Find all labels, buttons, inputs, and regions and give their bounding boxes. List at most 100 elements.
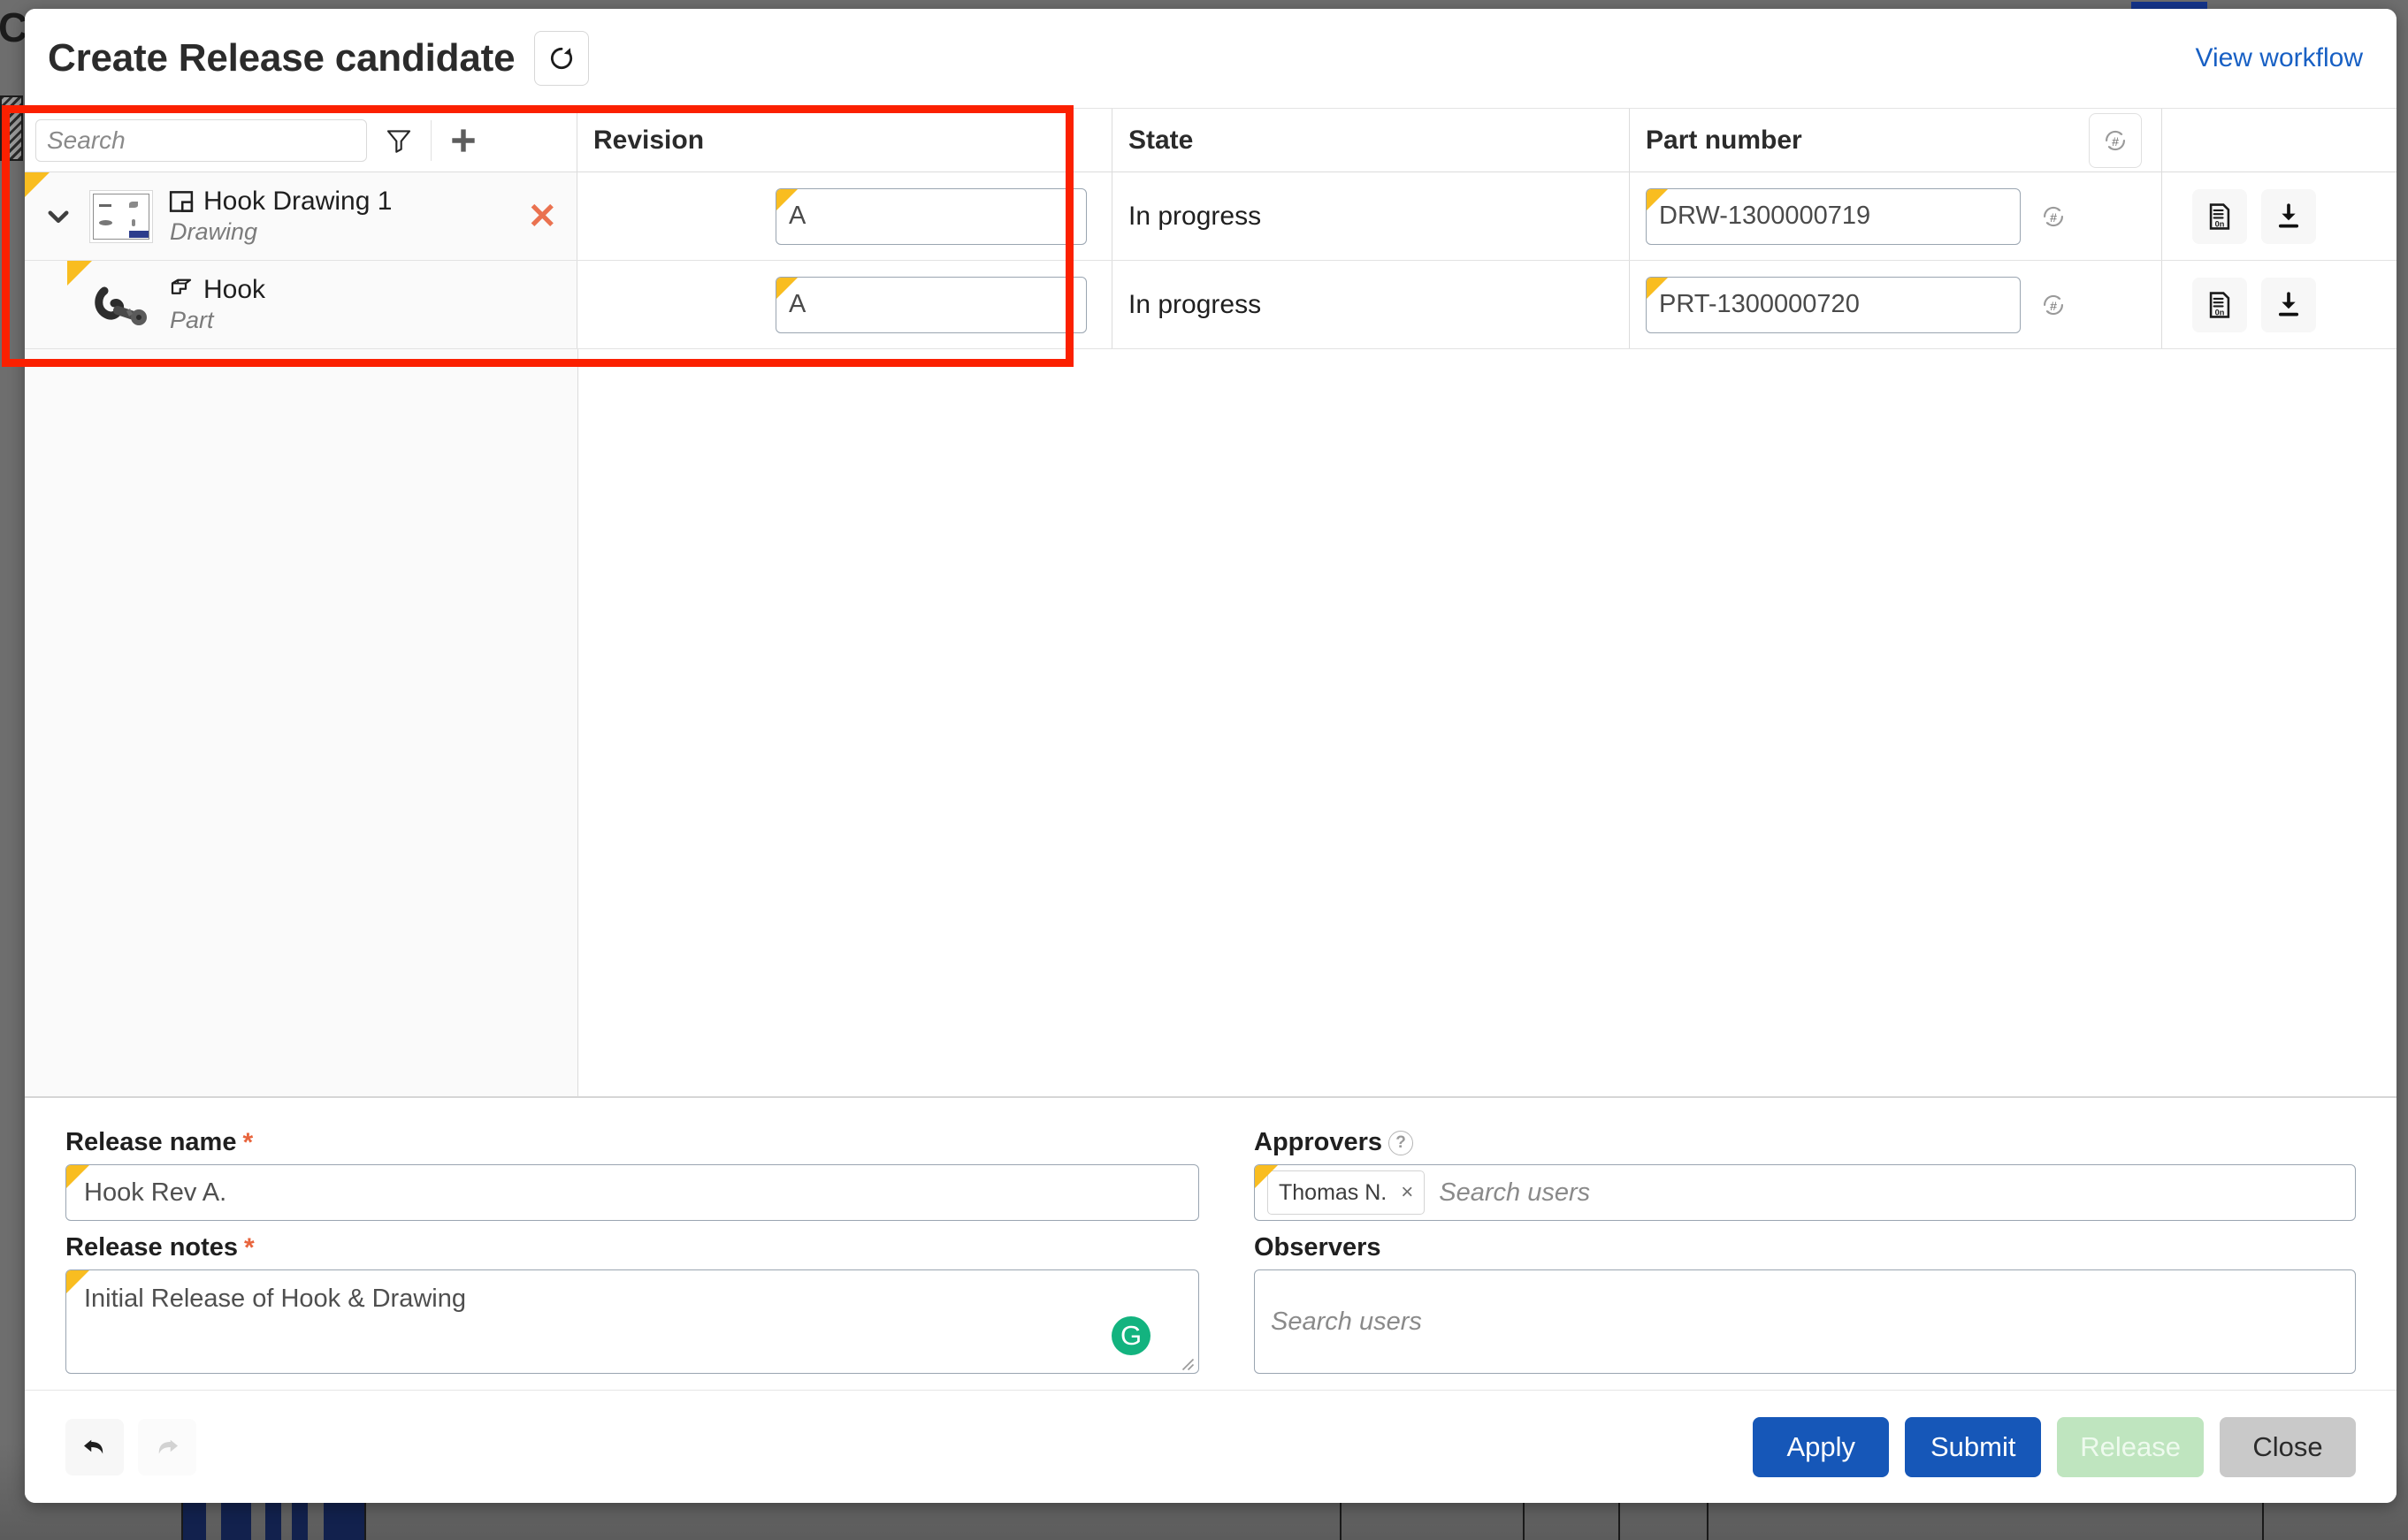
state-value: In progress bbox=[1128, 289, 1262, 319]
required-marker: * bbox=[244, 1232, 255, 1262]
approvers-input[interactable]: Thomas N. × Search users bbox=[1254, 1164, 2356, 1221]
search-input[interactable] bbox=[35, 118, 367, 162]
state-value: In progress bbox=[1128, 201, 1262, 231]
observers-label: Observers bbox=[1254, 1233, 2356, 1262]
table-empty-area bbox=[25, 349, 2397, 1096]
background-hatch-icon bbox=[0, 95, 23, 161]
release-notes-label-text: Release notes bbox=[65, 1233, 239, 1262]
release-form-right-column: Approvers ? Thomas N. × Search users Obs… bbox=[1254, 1128, 2356, 1374]
part-icon bbox=[171, 278, 192, 294]
modified-flag-icon bbox=[66, 1270, 89, 1293]
svg-text:0n: 0n bbox=[2215, 219, 2225, 228]
observers-input[interactable]: Search users bbox=[1254, 1269, 2356, 1374]
release-form: Release name * Hook Rev A. Release notes… bbox=[25, 1096, 2397, 1390]
row-name-cell: Hook Drawing 1 Drawing ✕ bbox=[25, 172, 577, 260]
grammar-assistant-icon[interactable]: G bbox=[1112, 1316, 1150, 1355]
table-header-state: State bbox=[1112, 109, 1630, 172]
release-name-value: Hook Rev A. bbox=[84, 1178, 227, 1207]
resize-grip-icon bbox=[1181, 1358, 1195, 1371]
revision-input[interactable]: A bbox=[776, 187, 1087, 245]
row-action-buttons: 0n bbox=[2162, 188, 2316, 244]
column-header-label: Revision bbox=[593, 125, 705, 155]
part-number-input[interactable]: DRW-1300000719 bbox=[1646, 187, 2021, 245]
approvers-placeholder: Search users bbox=[1439, 1178, 1591, 1207]
autonumber-button[interactable]: # bbox=[2030, 191, 2077, 242]
approvers-label-text: Approvers bbox=[1254, 1128, 1383, 1156]
undo-icon bbox=[84, 1439, 103, 1453]
remove-row-button[interactable]: ✕ bbox=[527, 199, 557, 234]
column-header-label: State bbox=[1128, 125, 1194, 155]
row-actions-cell: 0n bbox=[2162, 172, 2397, 260]
table-header-row: Revision State Part number # bbox=[25, 109, 2397, 172]
bom-report-button[interactable]: 0n bbox=[2192, 277, 2247, 332]
row-thumbnail bbox=[87, 278, 156, 332]
resize-handle[interactable] bbox=[1179, 1355, 1195, 1371]
redo-button bbox=[138, 1418, 196, 1475]
items-table: Revision State Part number # bbox=[25, 108, 2397, 1096]
add-item-button[interactable] bbox=[432, 112, 495, 169]
observers-placeholder: Search users bbox=[1271, 1307, 1422, 1336]
redo-icon bbox=[158, 1439, 178, 1453]
part-number-value: PRT-1300000720 bbox=[1659, 290, 1860, 318]
refresh-button[interactable] bbox=[534, 31, 590, 86]
release-form-left-column: Release name * Hook Rev A. Release notes… bbox=[65, 1128, 1199, 1374]
modified-flag-icon bbox=[1647, 188, 1668, 210]
release-name-input[interactable]: Hook Rev A. bbox=[65, 1164, 1199, 1221]
row-actions-cell: 0n bbox=[2162, 261, 2397, 348]
row-item-type: Drawing bbox=[170, 218, 258, 245]
undo-button[interactable] bbox=[65, 1418, 124, 1475]
approvers-label: Approvers ? bbox=[1254, 1128, 2356, 1157]
svg-text:#: # bbox=[2050, 210, 2057, 225]
part-number-input[interactable]: PRT-1300000720 bbox=[1646, 276, 2021, 333]
dialog-header: Create Release candidate View workflow bbox=[25, 9, 2397, 108]
filter-icon bbox=[386, 129, 411, 153]
chevron-down-icon bbox=[48, 210, 69, 223]
remove-approver-icon[interactable]: × bbox=[1401, 1180, 1413, 1205]
expand-collapse-toggle[interactable] bbox=[34, 202, 83, 232]
drawing-thumbnail bbox=[89, 189, 153, 243]
row-state-cell: In progress bbox=[1112, 172, 1630, 260]
table-header-search-cell bbox=[25, 109, 577, 172]
release-name-label-text: Release name bbox=[65, 1128, 237, 1156]
modified-flag-icon bbox=[1255, 1165, 1278, 1188]
row-name-cell: Hook Part bbox=[25, 261, 577, 348]
bom-report-button[interactable]: 0n bbox=[2192, 188, 2247, 244]
release-button: Release bbox=[2057, 1416, 2204, 1477]
row-item-name: Hook Drawing 1 bbox=[203, 187, 393, 216]
filter-button[interactable] bbox=[367, 112, 431, 169]
download-button[interactable] bbox=[2261, 188, 2316, 244]
table-header-revision: Revision bbox=[577, 109, 1112, 172]
row-labels: Hook Drawing 1 Drawing bbox=[168, 187, 392, 246]
release-notes-textarea[interactable]: Initial Release of Hook & Drawing G bbox=[65, 1269, 1199, 1374]
table-empty-left bbox=[25, 349, 578, 1096]
row-state-cell: In progress bbox=[1112, 261, 1630, 348]
modified-flag-icon bbox=[776, 188, 798, 210]
observers-label-text: Observers bbox=[1254, 1233, 1381, 1262]
submit-button[interactable]: Submit bbox=[1905, 1416, 2042, 1477]
autonumber-button[interactable]: # bbox=[2089, 112, 2142, 168]
table-empty-right bbox=[578, 349, 2397, 1096]
download-button[interactable] bbox=[2261, 277, 2316, 332]
view-workflow-link[interactable]: View workflow bbox=[2195, 43, 2363, 73]
part-number-value: DRW-1300000719 bbox=[1659, 202, 1871, 230]
table-body: Hook Drawing 1 Drawing ✕ A In progress D… bbox=[25, 172, 2397, 1096]
row-labels: Hook Part bbox=[168, 275, 265, 334]
help-icon[interactable]: ? bbox=[1388, 1130, 1414, 1155]
autonumber-button[interactable]: # bbox=[2030, 279, 2077, 331]
close-button[interactable]: Close bbox=[2220, 1416, 2356, 1477]
create-release-candidate-dialog: Create Release candidate View workflow S… bbox=[25, 9, 2397, 1503]
release-name-label: Release name * bbox=[65, 1128, 1199, 1157]
row-item-name: Hook bbox=[203, 275, 266, 304]
modified-flag-icon bbox=[66, 1165, 89, 1188]
approver-chip[interactable]: Thomas N. × bbox=[1267, 1170, 1426, 1215]
autonumber-icon: # bbox=[2044, 294, 2063, 315]
table-row[interactable]: Hook Part A In progress PRT-1300000720 #… bbox=[25, 261, 2397, 349]
table-header-actions bbox=[2162, 109, 2397, 172]
apply-button[interactable]: Apply bbox=[1753, 1416, 1890, 1477]
autonumber-icon: # bbox=[2044, 206, 2063, 226]
bom-report-icon: 0n bbox=[2209, 202, 2230, 230]
svg-text:#: # bbox=[2112, 134, 2119, 149]
dialog-footer: Apply Submit Release Close bbox=[25, 1390, 2397, 1503]
table-row[interactable]: Hook Drawing 1 Drawing ✕ A In progress D… bbox=[25, 172, 2397, 261]
revision-input[interactable]: A bbox=[776, 276, 1087, 333]
